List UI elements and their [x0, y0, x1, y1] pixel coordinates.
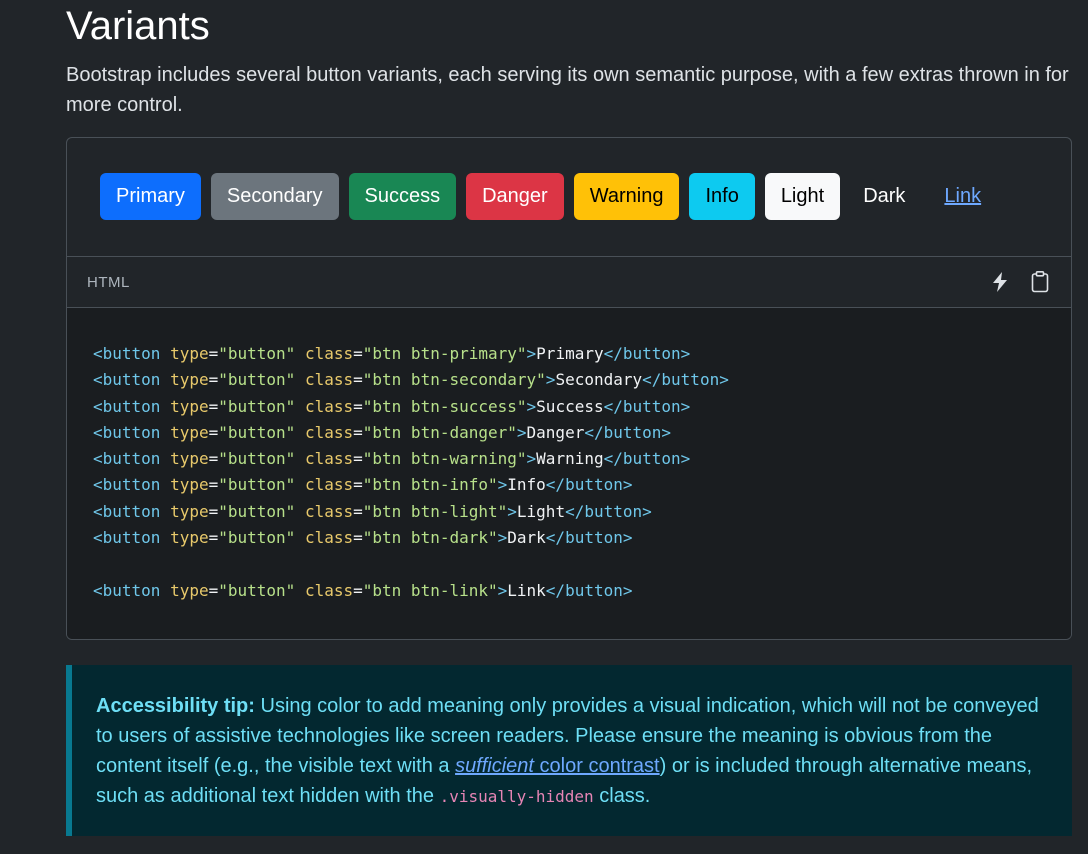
contrast-link-text: color contrast: [534, 755, 660, 777]
code-toolbar: [989, 270, 1051, 294]
code-block: <button type="button" class="btn btn-pri…: [67, 308, 1071, 639]
callout-code: .visually-hidden: [439, 787, 594, 806]
primary-button[interactable]: Primary: [100, 173, 201, 220]
link-button[interactable]: Link: [928, 173, 997, 220]
callout-text-end: class.: [593, 785, 651, 807]
code-line: <button type="button" class="btn btn-lig…: [93, 501, 652, 521]
contrast-link-em: sufficient: [455, 755, 534, 777]
danger-button[interactable]: Danger: [466, 173, 564, 220]
clipboard-icon[interactable]: [1029, 270, 1051, 294]
code-header: HTML: [67, 257, 1071, 308]
code-line: <button type="button" class="btn btn-sec…: [93, 370, 729, 390]
code-line: <button type="button" class="btn btn-suc…: [93, 396, 691, 416]
dark-button[interactable]: Dark: [850, 173, 918, 220]
code-line: <button type="button" class="btn btn-dan…: [93, 422, 672, 442]
accessibility-callout: Accessibility tip: Using color to add me…: [66, 665, 1072, 836]
example-card: Primary Secondary Success Danger Warning…: [66, 137, 1072, 640]
code-language-label: HTML: [87, 273, 130, 291]
light-button[interactable]: Light: [764, 173, 841, 220]
button-preview: Primary Secondary Success Danger Warning…: [67, 138, 1071, 257]
code-line: <button type="button" class="btn btn-war…: [93, 449, 691, 469]
secondary-button[interactable]: Secondary: [210, 173, 339, 220]
info-button[interactable]: Info: [689, 173, 755, 220]
contrast-link[interactable]: sufficient color contrast: [455, 755, 660, 777]
code-line: <button type="button" class="btn btn-pri…: [93, 344, 691, 363]
success-button[interactable]: Success: [348, 173, 457, 220]
lightning-icon[interactable]: [989, 270, 1011, 294]
section-lead: Bootstrap includes several button varian…: [66, 64, 1069, 116]
warning-button[interactable]: Warning: [573, 173, 680, 220]
section-title: Variants: [66, 4, 210, 48]
code-line: <button type="button" class="btn btn-lin…: [93, 580, 633, 600]
code-line: <button type="button" class="btn btn-inf…: [93, 475, 633, 495]
callout-heading: Accessibility tip:: [96, 695, 255, 717]
code-line: <button type="button" class="btn btn-dar…: [93, 528, 633, 548]
docs-page: Variants Bootstrap includes several butt…: [0, 0, 1088, 854]
